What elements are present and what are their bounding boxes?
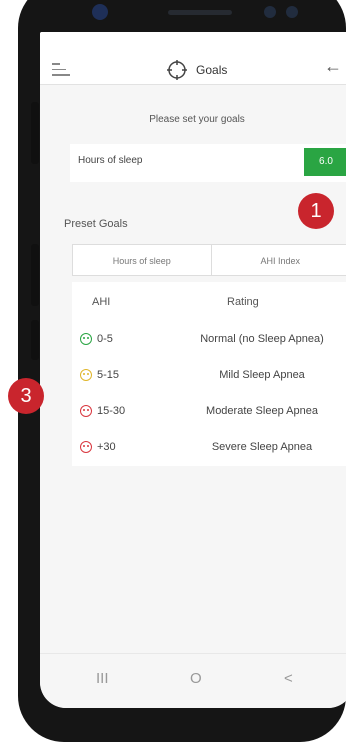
ahi-range: +30 — [97, 441, 116, 453]
neutral-face-icon — [80, 369, 92, 381]
tab-ahi-index[interactable]: AHI Index — [211, 244, 346, 276]
goal-label: Hours of sleep — [78, 155, 143, 166]
android-nav-bar: III O < — [40, 653, 346, 708]
target-icon — [166, 60, 187, 80]
screen: Goals ← Please set your goals Hours of s… — [40, 32, 346, 708]
camera-icon — [92, 4, 108, 20]
callout-badge-1: 1 — [298, 193, 334, 229]
table-row: 15-30 Moderate Sleep Apnea — [72, 400, 346, 430]
ahi-range: 5-15 — [97, 369, 120, 381]
side-button-small — [31, 320, 39, 360]
ahi-table: AHI Rating 0-5 Normal (no Sleep Apnea) 5… — [72, 282, 346, 466]
volume-button — [31, 102, 39, 164]
table-row: 5-15 Mild Sleep Apnea — [72, 364, 346, 394]
rating-header: Rating — [227, 296, 259, 308]
sad-face-icon — [80, 405, 92, 417]
recent-apps-button[interactable]: III — [96, 670, 109, 687]
sensor-icon — [264, 6, 276, 18]
rating-text: Mild Sleep Apnea — [219, 369, 305, 381]
table-row: +30 Severe Sleep Apnea — [72, 436, 346, 466]
callout-badge-3: 3 — [8, 378, 44, 414]
speaker-grille — [168, 10, 232, 15]
rating-text: Severe Sleep Apnea — [211, 441, 313, 453]
sad-face-icon — [80, 441, 92, 453]
back-arrow-icon[interactable]: ← — [324, 56, 342, 77]
page-title: Goals — [196, 63, 228, 77]
ahi-range: 0-5 — [97, 333, 113, 345]
sensor-icon — [286, 6, 298, 18]
goal-value-button[interactable]: 6.0 — [304, 148, 346, 176]
goals-hint: Please set your goals — [149, 114, 245, 125]
phone-frame: Goals ← Please set your goals Hours of s… — [18, 0, 346, 742]
top-app-bar: Goals ← — [40, 32, 346, 85]
goal-row: Hours of sleep 6.0 — [70, 144, 346, 182]
smile-icon — [80, 333, 92, 345]
ahi-range: 15-30 — [97, 405, 126, 417]
preset-tabs: Hours of sleep AHI Index — [72, 244, 346, 276]
back-button[interactable]: < — [284, 670, 293, 687]
table-row: 0-5 Normal (no Sleep Apnea) — [72, 328, 346, 358]
rating-text: Normal (no Sleep Apnea) — [200, 333, 324, 345]
side-button — [31, 244, 39, 306]
home-button[interactable]: O — [190, 670, 202, 687]
rating-text: Moderate Sleep Apnea — [206, 405, 318, 417]
ahi-header: AHI — [92, 296, 111, 308]
tab-hours-of-sleep[interactable]: Hours of sleep — [72, 244, 212, 276]
preset-goals-label: Preset Goals — [64, 218, 128, 230]
